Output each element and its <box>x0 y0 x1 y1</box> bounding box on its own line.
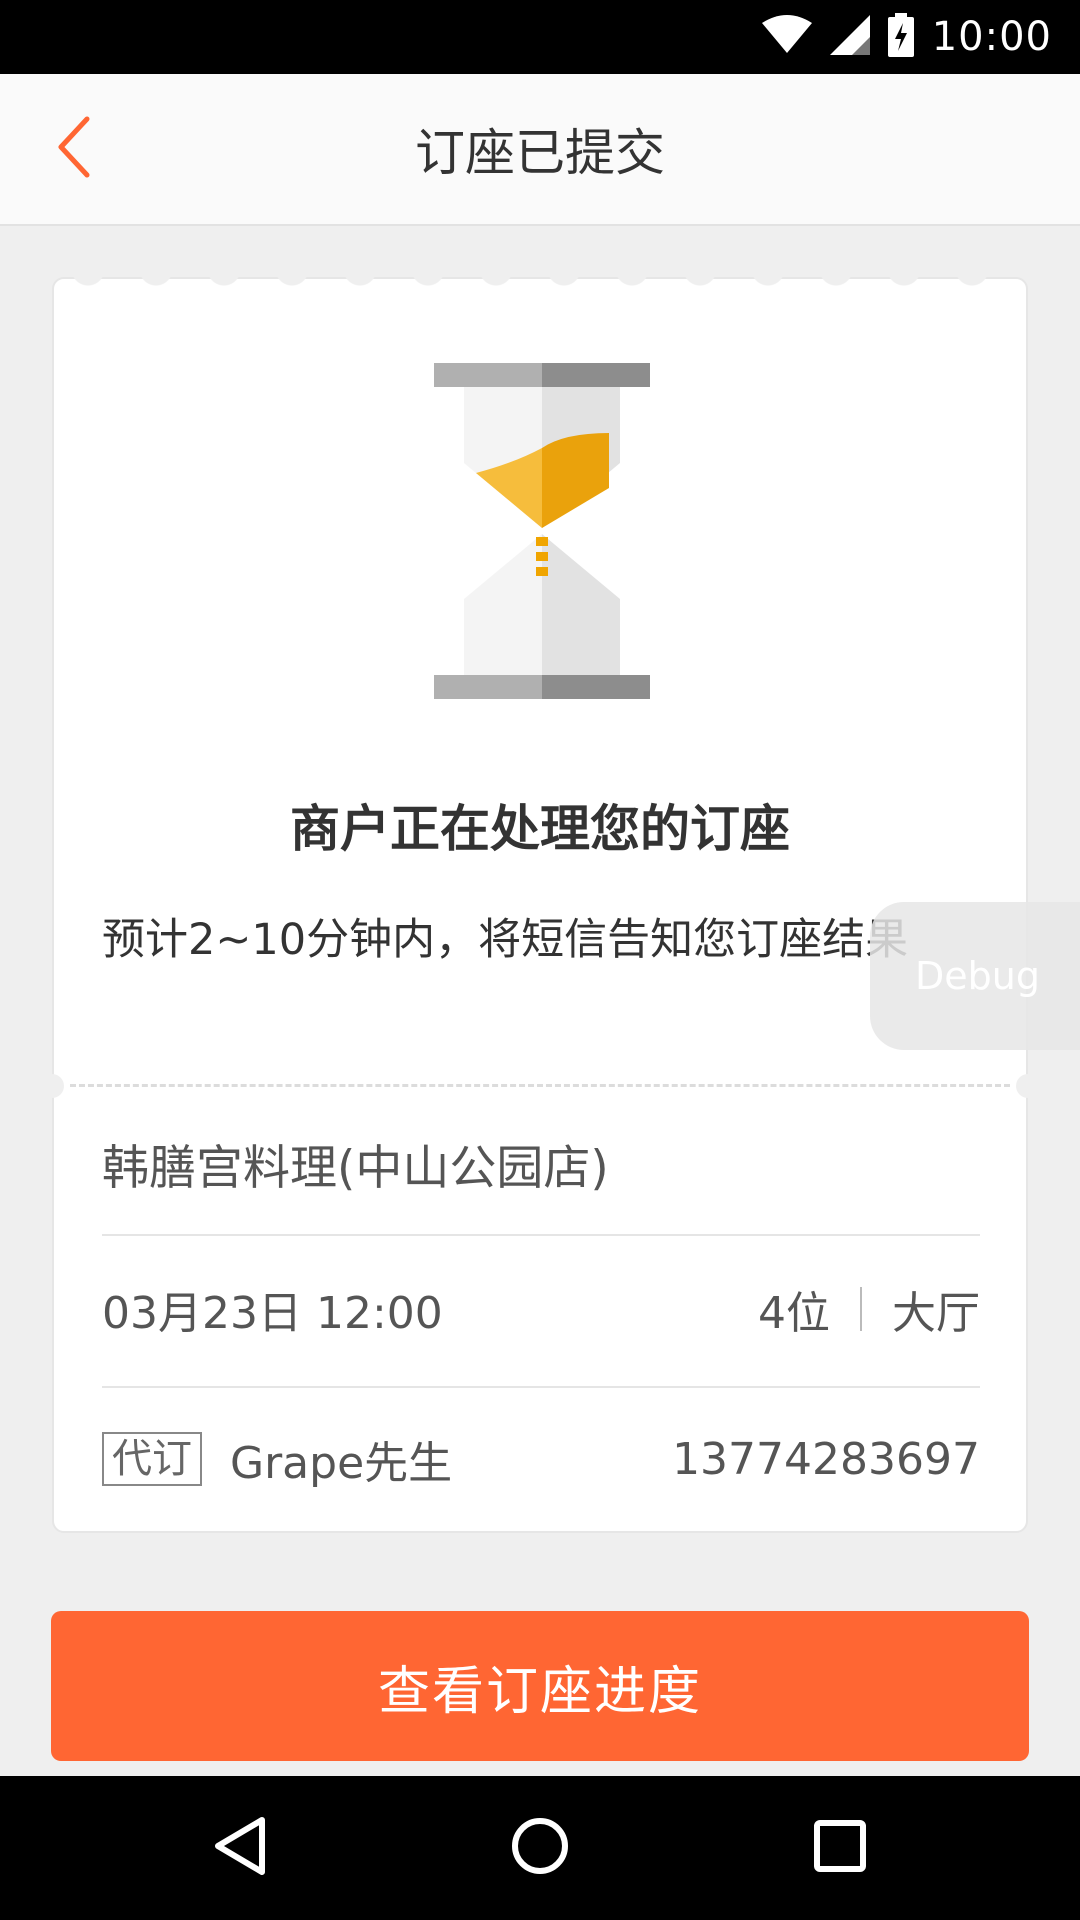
home-circle-icon <box>510 1816 570 1880</box>
nav-home-button[interactable] <box>490 1798 590 1898</box>
ticket-notch-left <box>40 1074 64 1098</box>
vertical-divider <box>860 1287 862 1331</box>
contact-phone: 13774283697 <box>672 1433 980 1485</box>
contact-row: 代订 Grape先生 13774283697 <box>102 1429 980 1489</box>
signal-icon <box>829 15 870 59</box>
seating-area: 大厅 <box>892 1288 980 1339</box>
divider <box>102 1234 980 1236</box>
page-title: 订座已提交 <box>415 124 665 182</box>
restaurant-name: 韩膳宫料理(中山公园店) <box>102 1141 609 1196</box>
hourglass-icon <box>434 363 650 699</box>
status-time: 10:00 <box>931 14 1052 60</box>
ticket-dashed-divider <box>70 1084 1010 1087</box>
back-triangle-icon <box>212 1816 268 1880</box>
order-card: 商户正在处理您的订座 预计2~10分钟内，将短信告知您订座结果 韩膳宫料理(中山… <box>40 269 1040 1533</box>
debug-floating-button[interactable]: Debug <box>870 902 1080 1050</box>
party-size: 4位 <box>758 1288 830 1339</box>
app-header: 订座已提交 <box>0 74 1080 226</box>
status-icons: 10:00 <box>761 0 1052 74</box>
card-scallop-edge <box>54 269 1030 289</box>
contact-name: Grape先生 <box>230 1438 453 1489</box>
wifi-icon <box>761 15 812 59</box>
recents-square-icon <box>812 1818 868 1878</box>
proxy-booking-badge: 代订 <box>102 1432 202 1486</box>
status-bar: 10:00 <box>0 0 1080 74</box>
nav-back-button[interactable] <box>190 1798 290 1898</box>
reservation-datetime: 03月23日 12:00 <box>102 1288 443 1339</box>
status-heading: 商户正在处理您的订座 <box>290 800 790 858</box>
status-description: 预计2~10分钟内，将短信告知您订座结果 <box>102 915 909 965</box>
nav-recents-button[interactable] <box>790 1798 890 1898</box>
system-nav-bar <box>0 1776 1080 1920</box>
battery-charging-icon <box>887 13 914 61</box>
ticket-notch-right <box>1016 1074 1040 1098</box>
reservation-details-row: 03月23日 12:00 4位 大厅 <box>102 1279 980 1339</box>
divider <box>102 1386 980 1388</box>
view-progress-button[interactable]: 查看订座进度 <box>51 1611 1029 1761</box>
